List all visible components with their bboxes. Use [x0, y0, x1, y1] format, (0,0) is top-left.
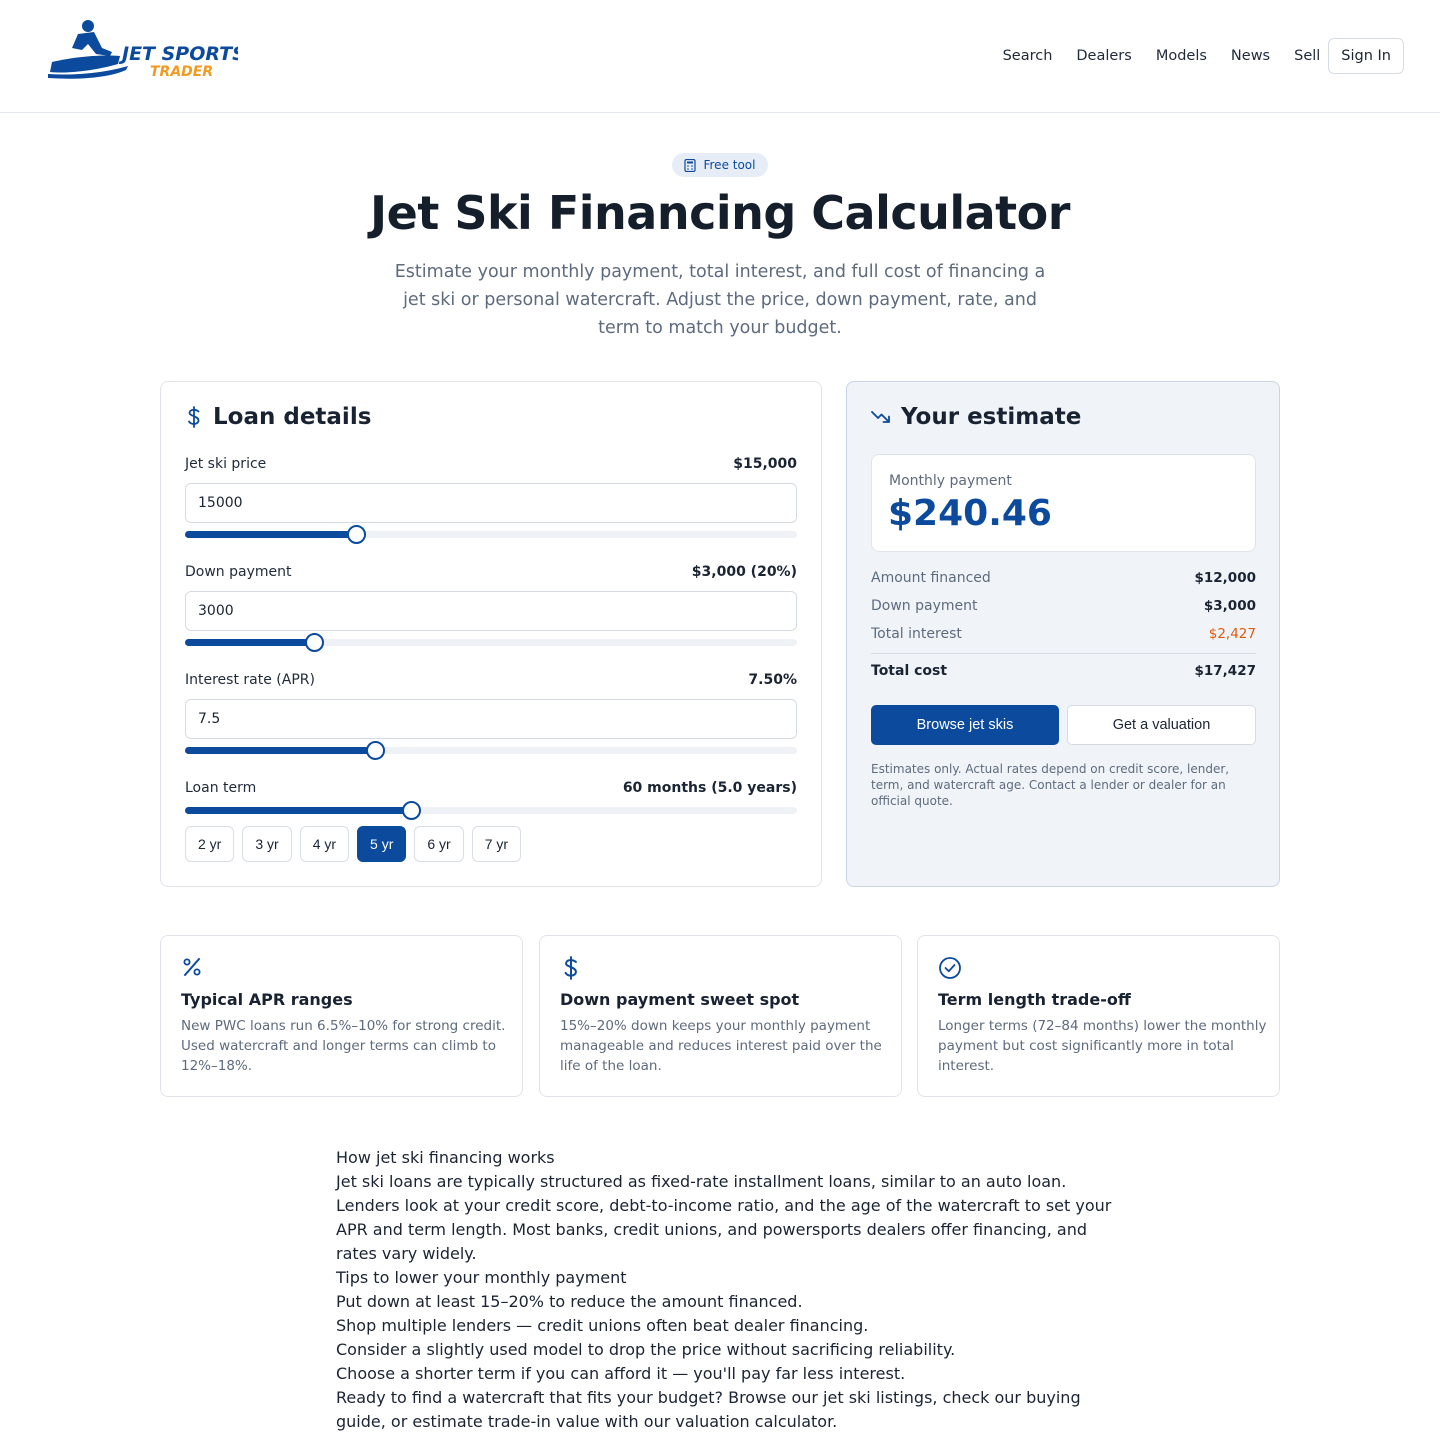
term-5yr-button[interactable]: 5 yr [357, 826, 407, 862]
estimate-divider [871, 653, 1256, 654]
article-paragraph-how: Jet ski loans are typically structured a… [336, 1172, 1112, 1263]
interest-rate-input[interactable]: 7.5 [185, 699, 797, 739]
article-closing: Ready to find a watercraft that fits you… [336, 1388, 1081, 1431]
term-4yr-button[interactable]: 4 yr [299, 826, 350, 862]
down-payment-display: $3,000 (20%) [691, 564, 797, 580]
price-slider-thumb[interactable] [347, 525, 367, 544]
interest-rate-label: Interest rate (APR) [185, 672, 315, 688]
tip-card-down-payment: Down payment sweet spot 15%–20% down kee… [539, 935, 902, 1097]
price-label: Jet ski price [185, 456, 267, 472]
free-tool-badge: Free tool [672, 153, 768, 177]
get-valuation-button[interactable]: Get a valuation [1067, 705, 1256, 745]
price-slider[interactable] [185, 525, 797, 544]
sign-in-button[interactable]: Sign In [1328, 38, 1404, 74]
nav-news[interactable]: News [1231, 48, 1270, 64]
page-title: Jet Ski Financing Calculator [370, 186, 1070, 240]
tip-term-text: Longer terms (72–84 months) lower the mo… [938, 1018, 1267, 1074]
check-circle-icon [939, 957, 961, 979]
loan-term-slider-thumb[interactable] [402, 801, 422, 820]
total-cost-value: $17,427 [1194, 663, 1257, 679]
interest-rate-slider[interactable] [185, 741, 797, 760]
interest-rate-slider-fill [185, 747, 375, 754]
monthly-payment-label: Monthly payment [889, 473, 1012, 489]
estimate-title: Your estimate [901, 404, 1082, 430]
amount-financed-value: $12,000 [1194, 570, 1257, 586]
estimate-card: Your estimate Monthly payment $240.46 Am… [846, 381, 1280, 887]
down-payment-slider-thumb[interactable] [304, 633, 324, 652]
trending-down-icon [871, 411, 890, 423]
down-payment-row-value: $3,000 [1203, 598, 1256, 614]
loan-details-title: Loan details [213, 404, 372, 430]
tip-card-apr: Typical APR ranges New PWC loans run 6.5… [160, 935, 523, 1097]
monthly-payment-box: Monthly payment $240.46 [871, 454, 1256, 552]
term-button-group: 2 yr 3 yr 4 yr 5 yr 6 yr 7 yr [185, 826, 529, 862]
total-interest-label: Total interest [871, 626, 962, 642]
down-payment-row: Down payment $3,000 [871, 598, 1256, 614]
loan-term-slider-fill [185, 807, 412, 814]
down-payment-slider[interactable] [185, 633, 797, 652]
interest-rate-slider-thumb[interactable] [365, 741, 385, 760]
loan-details-card: Loan details Jet ski price $15,000 15000… [160, 381, 822, 887]
article-tip-item: Choose a shorter term if you can afford … [336, 1364, 906, 1383]
monthly-payment-value: $240.46 [888, 493, 1052, 534]
article-tip-item: Put down at least 15–20% to reduce the a… [336, 1292, 803, 1311]
logo-name-line1: JET SPORTS [118, 43, 238, 65]
estimate-disclaimer: Estimates only. Actual rates depend on c… [871, 762, 1230, 808]
article-tip-item: Consider a slightly used model to drop t… [336, 1340, 956, 1359]
down-payment-row-label: Down payment [871, 598, 978, 614]
tip-apr-title: Typical APR ranges [181, 990, 353, 1009]
price-slider-fill [185, 531, 357, 538]
nav-dealers[interactable]: Dealers [1076, 48, 1131, 64]
down-payment-slider-fill [185, 639, 314, 646]
total-interest-row: Total interest $2,427 [871, 626, 1256, 642]
price-input[interactable]: 15000 [185, 483, 797, 523]
estimate-heading: Your estimate [871, 404, 1081, 430]
tip-down-payment-text: 15%–20% down keeps your monthly payment … [560, 1018, 882, 1074]
loan-term-slider[interactable] [185, 801, 797, 820]
main-nav: Search Dealers Models News Sell Sign In [979, 38, 1404, 74]
term-6yr-button[interactable]: 6 yr [414, 826, 464, 862]
tip-apr-text: New PWC loans run 6.5%–10% for strong cr… [181, 1018, 506, 1074]
nav-sell[interactable]: Sell [1294, 48, 1320, 64]
article-content: How jet ski financing works Jet ski loan… [336, 1146, 1116, 1434]
total-cost-row: Total cost $17,427 [871, 663, 1256, 679]
down-payment-label: Down payment [185, 564, 292, 580]
logo-name-line2: TRADER [150, 64, 213, 80]
interest-rate-display: 7.50% [748, 672, 797, 688]
term-3yr-button[interactable]: 3 yr [242, 826, 292, 862]
loan-details-heading: Loan details [185, 404, 371, 430]
percent-icon [183, 958, 201, 976]
loan-term-label: Loan term [185, 780, 257, 796]
calculator-icon [684, 158, 697, 172]
article-heading-tips: Tips to lower your monthly payment [336, 1268, 627, 1287]
tip-card-term: Term length trade-off Longer terms (72–8… [917, 935, 1280, 1097]
dollar-icon [564, 956, 577, 980]
amount-financed-row: Amount financed $12,000 [871, 570, 1256, 586]
down-payment-input[interactable]: 3000 [185, 591, 797, 631]
badge-label: Free tool [703, 158, 756, 172]
site-header: JET SPORTS TRADER Search Dealers Models … [0, 0, 1440, 113]
article-tip-item: Shop multiple lenders — credit unions of… [336, 1316, 869, 1335]
term-7yr-button[interactable]: 7 yr [471, 826, 522, 862]
term-2yr-button[interactable]: 2 yr [185, 826, 235, 862]
article-heading-how: How jet ski financing works [336, 1148, 555, 1167]
nav-search[interactable]: Search [1003, 48, 1053, 64]
site-logo[interactable]: JET SPORTS TRADER [48, 18, 238, 80]
loan-term-display: 60 months (5.0 years) [622, 780, 797, 796]
total-cost-label: Total cost [871, 663, 948, 679]
browse-jet-skis-button[interactable]: Browse jet skis [871, 705, 1059, 745]
total-interest-value: $2,427 [1208, 626, 1256, 642]
tip-term-title: Term length trade-off [938, 990, 1131, 1009]
page-subtitle: Estimate your monthly payment, total int… [394, 262, 1046, 338]
nav-models[interactable]: Models [1156, 48, 1207, 64]
amount-financed-label: Amount financed [871, 570, 991, 586]
price-display: $15,000 [733, 456, 797, 472]
tip-down-payment-title: Down payment sweet spot [560, 990, 800, 1009]
dollar-icon [188, 406, 200, 428]
